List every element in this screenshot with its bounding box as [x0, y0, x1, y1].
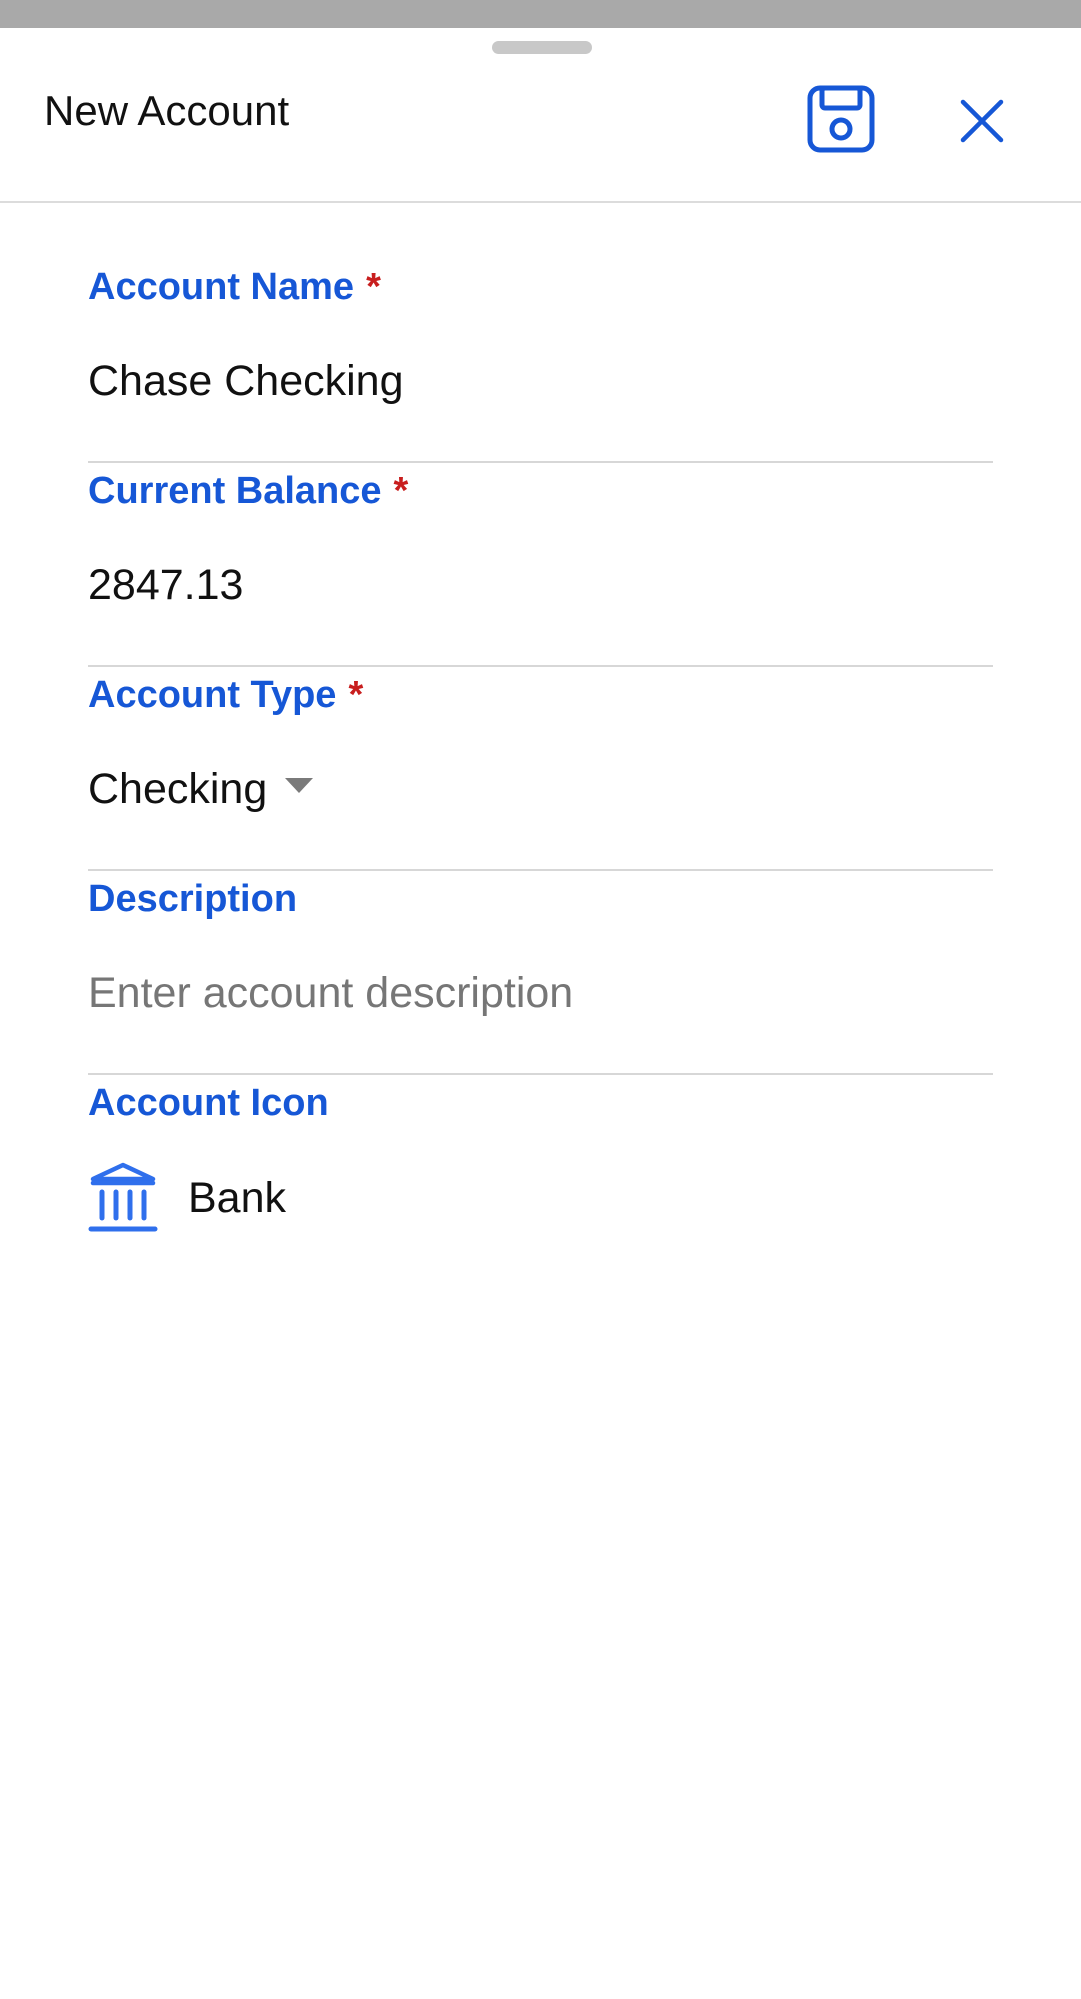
- save-button[interactable]: [800, 78, 882, 160]
- field-divider: [88, 1073, 993, 1075]
- account-name-label: Account Name *: [88, 268, 381, 306]
- account-form: Account Name * Chase Checking Current Bal…: [88, 260, 993, 1276]
- sheet-header: New Account: [0, 28, 1081, 203]
- close-icon: [960, 99, 1004, 143]
- account-name-label-text: Account Name: [88, 266, 355, 308]
- account-name-field[interactable]: Account Name * Chase Checking: [88, 260, 993, 464]
- field-divider: [88, 461, 993, 463]
- account-name-input[interactable]: Chase Checking: [88, 360, 404, 403]
- description-input[interactable]: Enter account description: [88, 972, 573, 1015]
- page-title: New Account: [44, 87, 290, 134]
- account-type-label: Account Type *: [88, 676, 363, 714]
- current-balance-label-text: Current Balance: [88, 470, 382, 512]
- account-type-field[interactable]: Account Type * Checking: [88, 668, 993, 872]
- chevron-down-icon: [285, 778, 314, 794]
- field-divider: [88, 665, 993, 667]
- account-type-selected-value: Checking: [88, 765, 268, 813]
- account-icon-field[interactable]: Account Icon Bank: [88, 1076, 993, 1276]
- account-icon-label: Account Icon: [88, 1082, 329, 1124]
- required-mark: *: [348, 674, 364, 716]
- account-type-label-text: Account Type: [88, 674, 337, 716]
- page: New Account Account Name * Chase Checking: [0, 0, 1081, 1999]
- current-balance-field[interactable]: Current Balance * 2847.13: [88, 464, 993, 668]
- field-divider: [88, 869, 993, 871]
- account-icon-value: Bank: [188, 1173, 287, 1222]
- required-mark: *: [366, 266, 381, 308]
- account-icon-picker[interactable]: Bank: [88, 1158, 286, 1238]
- close-button[interactable]: [947, 86, 1017, 156]
- description-label: Description: [88, 878, 298, 920]
- current-balance-input[interactable]: 2847.13: [88, 564, 243, 607]
- save-icon: [807, 85, 875, 153]
- required-mark: *: [393, 470, 409, 512]
- account-type-select[interactable]: Checking: [88, 765, 314, 813]
- bank-icon: [88, 1161, 158, 1235]
- status-strip: [0, 0, 1081, 28]
- description-field[interactable]: Description Enter account description: [88, 872, 993, 1076]
- current-balance-label: Current Balance *: [88, 472, 408, 510]
